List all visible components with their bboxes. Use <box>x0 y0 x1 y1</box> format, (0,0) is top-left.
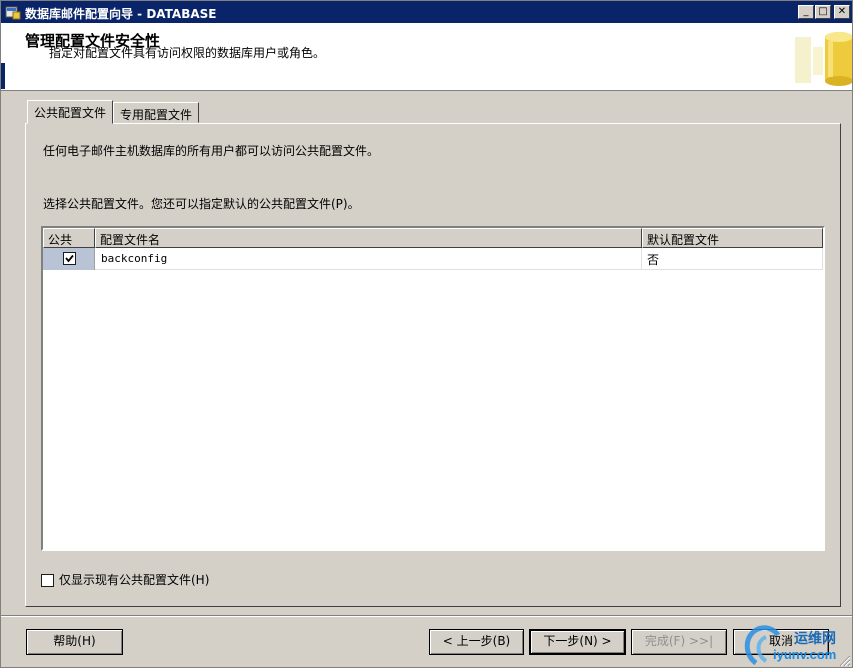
wizard-header: 管理配置文件安全性 指定对配置文件具有访问权限的数据库用户或角色。 <box>1 23 852 91</box>
close-button[interactable]: ✕ <box>834 5 850 19</box>
show-existing-only-checkbox[interactable] <box>41 574 54 587</box>
profiles-grid[interactable]: 公共 配置文件名 默认配置文件 backconfig 否 <box>41 226 825 551</box>
wizard-window: 数据库邮件配置向导 - DATABASE _ □ ✕ 管理配置文件安全性 指定对… <box>0 0 853 668</box>
checkmark-icon <box>65 254 74 263</box>
tab-public-profiles[interactable]: 公共配置文件 <box>27 100 114 124</box>
tab-private-profiles[interactable]: 专用配置文件 <box>113 102 200 123</box>
column-header-public[interactable]: 公共 <box>43 228 95 248</box>
header-stripe <box>1 63 5 89</box>
public-cell[interactable] <box>43 248 95 270</box>
minimize-button[interactable]: _ <box>798 5 814 19</box>
footer-separator <box>1 615 852 617</box>
profile-name-cell[interactable]: backconfig <box>95 248 642 270</box>
title-bar[interactable]: 数据库邮件配置向导 - DATABASE _ □ ✕ <box>1 1 852 23</box>
intro-text: 任何电子邮件主机数据库的所有用户都可以访问公共配置文件。 <box>43 144 380 158</box>
database-mail-graphic-icon <box>795 32 852 86</box>
app-icon <box>5 6 21 20</box>
default-profile-cell[interactable]: 否 <box>642 248 823 270</box>
page-description: 指定对配置文件具有访问权限的数据库用户或角色。 <box>49 46 326 60</box>
column-header-default-profile[interactable]: 默认配置文件 <box>642 228 823 248</box>
grid-header: 公共 配置文件名 默认配置文件 <box>43 228 823 248</box>
back-button[interactable]: < 上一步(B) <box>429 629 524 655</box>
help-button[interactable]: 帮助(H) <box>26 629 123 655</box>
column-header-profile-name[interactable]: 配置文件名 <box>95 228 642 248</box>
show-existing-only-label: 仅显示现有公共配置文件(H) <box>59 573 210 587</box>
instruction-text: 选择公共配置文件。您还可以指定默认的公共配置文件(P)。 <box>43 197 360 211</box>
show-existing-only-option[interactable]: 仅显示现有公共配置文件(H) <box>41 571 209 588</box>
table-row[interactable]: backconfig 否 <box>43 248 823 270</box>
public-checkbox[interactable] <box>63 252 76 265</box>
watermark-url: iyunv.com <box>773 647 837 662</box>
resize-grip-icon[interactable] <box>837 653 851 667</box>
finish-button: 完成(F) >>| <box>631 629 727 655</box>
window-title: 数据库邮件配置向导 - DATABASE <box>25 7 217 21</box>
next-button[interactable]: 下一步(N) > <box>529 629 626 655</box>
maximize-button[interactable]: □ <box>815 5 831 19</box>
watermark-text: 运维网 <box>794 631 836 647</box>
